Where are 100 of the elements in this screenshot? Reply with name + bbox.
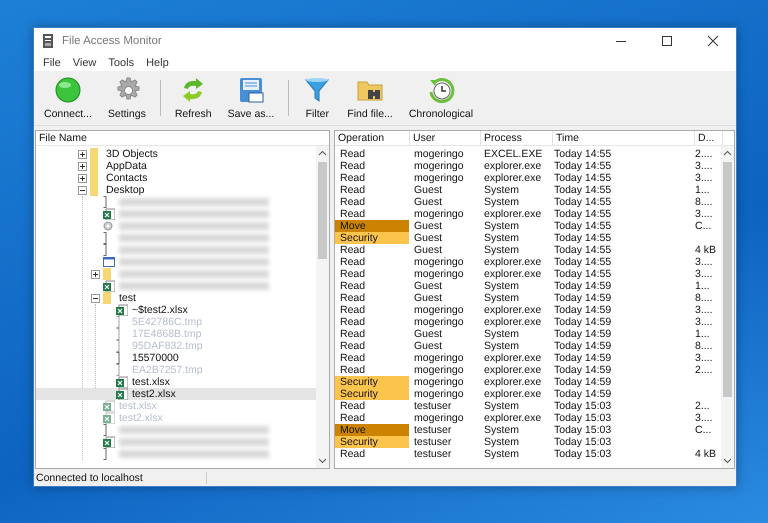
spreadsheet-icon (103, 412, 115, 424)
table-cell: Security (335, 388, 409, 400)
table-cell-text: mogeringo (413, 160, 465, 172)
tree-row[interactable]: test2.xlsx (36, 388, 316, 400)
tree-row[interactable]: Contacts (78, 172, 316, 184)
table-cell-text: Guest (413, 340, 444, 352)
tree-row[interactable]: 15570000 (104, 352, 316, 364)
tree-item[interactable]: test2.xlsx (132, 388, 176, 400)
table-cell-text: 1... (694, 184, 711, 196)
tree-item[interactable]: test (119, 292, 136, 304)
window-icon (103, 256, 115, 268)
folder-icon (103, 292, 111, 304)
tree-item[interactable]: ~$test2.xlsx (132, 304, 188, 316)
table-cell: Security (335, 232, 409, 244)
tree-row[interactable]: test.xlsx (104, 376, 316, 388)
table-cell-text: 2.... (694, 364, 714, 376)
table-cell-text: 3.... (694, 256, 714, 268)
table-cell-text: Today 14:55 (553, 232, 612, 244)
table-cell-text: Today 15:03 (553, 448, 612, 460)
table-cell-text: Guest (413, 220, 444, 232)
table-cell-text: Read (339, 196, 366, 208)
tree-item[interactable]: test.xlsx (132, 376, 170, 388)
tree-row[interactable]: ~$test2.xlsx (104, 304, 316, 316)
column-header[interactable]: File Name (36, 131, 329, 145)
toolbar-button[interactable]: Filter (298, 74, 336, 122)
tree-row[interactable]: 3D Objects (78, 148, 316, 160)
table-cell-text: EXCEL.EXE (483, 148, 544, 160)
column-header[interactable]: Process (481, 131, 553, 145)
scrollbar-thumb[interactable] (318, 162, 327, 259)
folder-icon (103, 268, 111, 280)
table-cell-text: Today 14:55 (553, 244, 612, 256)
table-cell-text: Read (339, 340, 366, 352)
toolbar-button[interactable]: Refresh (170, 74, 217, 122)
scroll-down-icon[interactable] (318, 458, 327, 464)
table-cell-text: mogeringo (413, 148, 465, 160)
table-cell-text: Today 14:55 (553, 148, 612, 160)
column-header[interactable]: D... (695, 131, 723, 145)
sphere-icon (54, 76, 82, 104)
menu-item[interactable]: Tools (102, 56, 140, 68)
spreadsheet-icon (103, 208, 115, 220)
scroll-up-icon[interactable] (723, 150, 732, 156)
tree-item[interactable]: 15570000 (132, 352, 179, 364)
expand-icon[interactable] (91, 270, 100, 278)
table-cell-text: Today 14:59 (553, 328, 612, 340)
table-cell-text: explorer.exe (483, 388, 542, 400)
table-cell-text: System (483, 292, 520, 304)
table-cell-text: Read (339, 328, 366, 340)
menu-item[interactable]: Help (140, 56, 175, 68)
toolbar-button[interactable]: Settings (102, 74, 151, 122)
tree-item[interactable]: Contacts (106, 172, 148, 184)
toolbar-button[interactable]: Save as... (222, 74, 280, 122)
tree-row[interactable]: Desktop (78, 184, 316, 196)
table-cell-text: Read (339, 448, 366, 460)
table-cell-text: 8.... (694, 196, 714, 208)
table-cell-text: 8.... (694, 292, 714, 304)
table-cell-text: Read (339, 208, 366, 220)
tree-item[interactable]: Desktop (106, 184, 145, 196)
table-cell-text: testuser (413, 424, 452, 436)
table-cell-text: 2... (694, 400, 711, 412)
expand-icon[interactable] (78, 174, 87, 182)
toolbar-button[interactable]: Chronological (404, 74, 478, 122)
collapse-icon[interactable] (78, 186, 87, 194)
table-cell-text: Today 14:55 (553, 184, 612, 196)
table-cell-text: System (483, 328, 520, 340)
table-cell-text: mogeringo (413, 268, 465, 280)
table-cell-text: explorer.exe (483, 376, 542, 388)
table-cell-text: explorer.exe (483, 304, 542, 316)
table-cell-text: System (483, 340, 520, 352)
column-header[interactable]: User (410, 131, 481, 145)
column-header[interactable]: Time (553, 131, 695, 145)
table-cell-text: Read (339, 352, 366, 364)
table-cell: Move (335, 220, 409, 232)
table-cell-text: explorer.exe (483, 256, 542, 268)
table-cell-text: 4 kB (694, 244, 718, 256)
table-cell-text: Today 14:55 (553, 196, 612, 208)
scrollbar-thumb[interactable] (723, 162, 732, 398)
funnel-icon (303, 76, 332, 104)
tree-row[interactable]: AppData (78, 160, 316, 172)
tree-item[interactable]: AppData (106, 160, 147, 172)
expand-icon[interactable] (78, 150, 87, 158)
toolbar-button[interactable]: Find file... (342, 74, 398, 122)
menu-item[interactable]: View (66, 56, 102, 68)
table-cell-text: Read (339, 244, 366, 256)
toolbar-button[interactable]: Connect... (39, 74, 97, 122)
tree-item[interactable]: 3D Objects (106, 148, 158, 160)
table-cell-text: C... (694, 424, 712, 436)
table-cell-text: Today 15:03 (553, 412, 612, 424)
tree-row[interactable]: test (91, 292, 316, 304)
scroll-up-icon[interactable] (318, 150, 327, 156)
menu-item[interactable]: File (37, 56, 67, 68)
table-cell-text: Read (339, 304, 366, 316)
table-cell-text: 8.... (694, 340, 714, 352)
collapse-icon[interactable] (91, 294, 100, 302)
spreadsheet-icon (116, 376, 128, 388)
table-cell-text: explorer.exe (483, 352, 542, 364)
scroll-down-icon[interactable] (723, 458, 732, 464)
app-icon (42, 34, 54, 48)
table-cell-text: 3.... (694, 304, 714, 316)
expand-icon[interactable] (78, 162, 87, 170)
column-header[interactable]: Operation (335, 131, 410, 145)
